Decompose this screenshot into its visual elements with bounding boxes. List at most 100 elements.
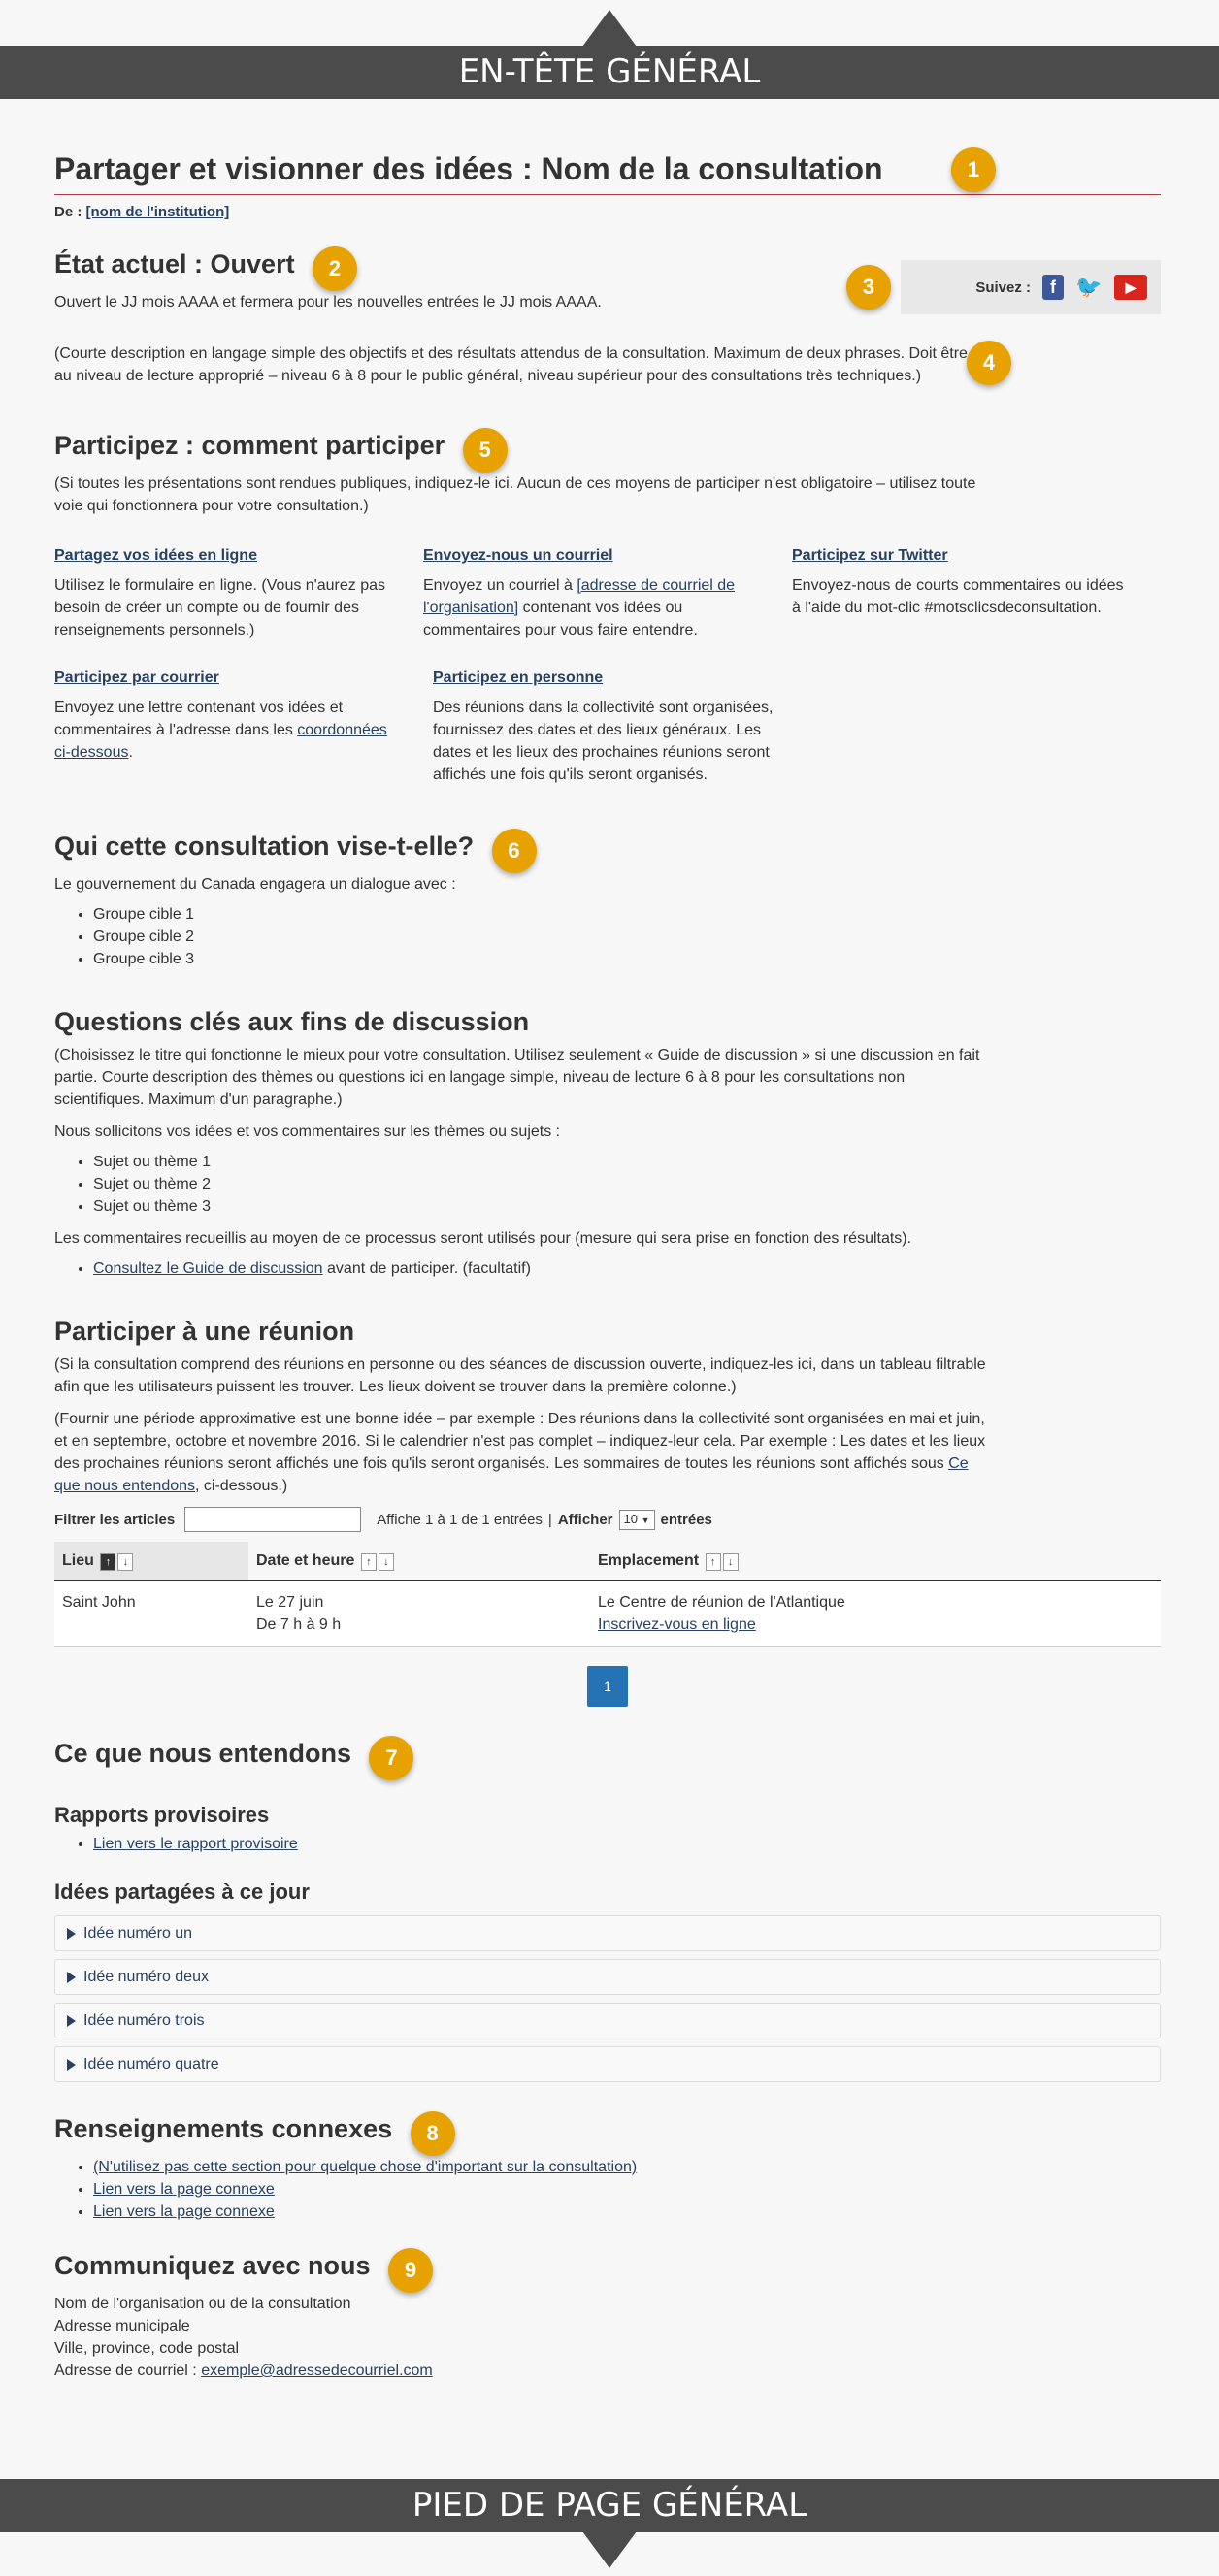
- idea-accordion-3[interactable]: Idée numéro trois: [54, 2003, 1161, 2038]
- page-size-select[interactable]: 10 ▼: [618, 1509, 655, 1530]
- participate-section: Participez : comment participer 5 (Si to…: [54, 428, 1161, 786]
- participate-online: Partagez vos idées en ligne Utilisez le …: [54, 544, 423, 641]
- contact-org: Nom de l'organisation ou de la consultat…: [54, 2296, 351, 2312]
- participate-row-1: Partagez vos idées en ligne Utilisez le …: [54, 544, 1161, 641]
- byline: De : [nom de l'institution]: [54, 201, 1161, 223]
- entries-label: entrées: [660, 1511, 712, 1528]
- expand-icon: [67, 2058, 76, 2071]
- participate-twitter-link[interactable]: Participez sur Twitter: [792, 547, 948, 564]
- participate-mail-text: Envoyez une lettre contenant vos idées e…: [54, 700, 387, 761]
- related-link[interactable]: Lien vers la page connexe: [93, 2181, 275, 2198]
- interim-heading: Rapports provisoires: [54, 1803, 270, 1827]
- contact-section: Communiquez avec nous 9 Nom de l'organis…: [54, 2248, 1161, 2382]
- column-header-place[interactable]: Lieu ↑ ↓: [54, 1542, 248, 1581]
- related-section: Renseignements connexes 8 (N'utilisez pa…: [54, 2111, 1161, 2223]
- sort-down-icon[interactable]: ↓: [378, 1553, 394, 1571]
- page-button-1[interactable]: 1: [587, 1666, 628, 1707]
- participate-in-person: Participez en personne Des réunions dans…: [433, 667, 811, 786]
- participate-twitter: Participez sur Twitter Envoyez-nous de c…: [792, 544, 1161, 641]
- global-header-band: EN-TÊTE GÉNÉRAL: [0, 46, 1219, 99]
- show-label: Afficher: [557, 1511, 613, 1528]
- cell-date: Le 27 juin De 7 h à 9 h: [248, 1581, 590, 1647]
- questions-intro: (Choisissez le titre qui fonctionne le m…: [54, 1047, 980, 1108]
- meeting-heading: Participer à une réunion: [54, 1317, 355, 1346]
- table-row: Saint John Le 27 juin De 7 h à 9 h Le Cen…: [54, 1581, 1161, 1647]
- chevron-down-icon: ▼: [641, 1515, 650, 1525]
- filter-label: Filtrer les articles: [54, 1511, 176, 1528]
- questions-lead: Nous sollicitons vos idées et vos commen…: [54, 1124, 561, 1140]
- follow-label: Suivez :: [975, 278, 1031, 296]
- facebook-icon[interactable]: f: [1042, 275, 1064, 300]
- expand-icon: [67, 2014, 76, 2027]
- expand-icon: [67, 1927, 76, 1940]
- sort-up-icon[interactable]: ↑: [705, 1553, 721, 1571]
- consultation-description: (Courte description en langage simple de…: [54, 345, 968, 384]
- column-header-date[interactable]: Date et heure ↑ ↓: [248, 1542, 590, 1581]
- audience-section: Qui cette consultation vise-t-elle? 6 Le…: [54, 829, 1161, 970]
- guide-list: Consultez le Guide de discussion avant d…: [54, 1257, 1161, 1280]
- annotation-badge-1: 1: [951, 147, 996, 192]
- header-arrow-icon: [582, 10, 637, 47]
- idea-accordion-4[interactable]: Idée numéro quatre: [54, 2046, 1161, 2082]
- list-item: Groupe cible 3: [93, 948, 1161, 970]
- participate-mail-link[interactable]: Participez par courrier: [54, 669, 219, 686]
- interim-report-link[interactable]: Lien vers le rapport provisoire: [93, 1836, 298, 1852]
- participate-email: Envoyez-nous un courriel Envoyez un cour…: [423, 544, 792, 641]
- list-item: Sujet ou thème 3: [93, 1195, 1161, 1218]
- audience-intro: Le gouvernement du Canada engagera un di…: [54, 876, 456, 893]
- column-header-location[interactable]: Emplacement ↑ ↓: [590, 1542, 1161, 1581]
- related-link[interactable]: Lien vers la page connexe: [93, 2203, 275, 2220]
- status-heading: État actuel : Ouvert: [54, 249, 295, 279]
- social-follow-bar: 3 Suivez : f 🐦 ▶: [846, 260, 1161, 314]
- idea-accordion-2[interactable]: Idée numéro deux: [54, 1959, 1161, 1995]
- youtube-icon[interactable]: ▶: [1114, 275, 1147, 300]
- ideas-heading: Idées partagées à ce jour: [54, 1879, 310, 1904]
- meeting-p1: (Si la consultation comprend des réunion…: [54, 1356, 986, 1395]
- list-item: Sujet ou thème 1: [93, 1151, 1161, 1173]
- footer-arrow-icon: [582, 2531, 637, 2568]
- hearing-section: Ce que nous entendons 7 Rapports proviso…: [54, 1736, 1161, 2082]
- pagination: 1: [54, 1666, 1161, 1707]
- sort-down-icon[interactable]: ↓: [722, 1553, 739, 1571]
- sort-up-icon[interactable]: ↑: [100, 1553, 116, 1571]
- participate-mail: Participez par courrier Envoyez une lett…: [54, 667, 433, 786]
- register-link[interactable]: Inscrivez-vous en ligne: [598, 1616, 756, 1633]
- annotation-badge-5: 5: [462, 428, 508, 473]
- table-info: Affiche 1 à 1 de 1 entrées: [377, 1511, 543, 1528]
- participate-in-person-link[interactable]: Participez en personne: [433, 669, 603, 686]
- related-list: (N'utilisez pas cette section pour quelq…: [54, 2156, 1161, 2223]
- global-footer-band: PIED DE PAGE GÉNÉRAL: [0, 2479, 1219, 2532]
- separator: |: [547, 1511, 552, 1528]
- list-item: Lien vers la page connexe: [93, 2178, 1161, 2201]
- filter-input[interactable]: [184, 1507, 362, 1532]
- institution-link[interactable]: [nom de l'institution]: [86, 204, 230, 220]
- cell-place: Saint John: [54, 1581, 248, 1647]
- interim-list: Lien vers le rapport provisoire: [54, 1833, 1161, 1855]
- participate-email-link[interactable]: Envoyez-nous un courriel: [423, 547, 613, 564]
- participate-row-2: Participez par courrier Envoyez une lett…: [54, 667, 1161, 786]
- sort-down-icon[interactable]: ↓: [117, 1553, 134, 1571]
- questions-heading: Questions clés aux fins de discussion: [54, 1007, 530, 1036]
- twitter-icon[interactable]: 🐦: [1075, 275, 1103, 300]
- annotation-badge-9: 9: [388, 2248, 434, 2293]
- list-item: (N'utilisez pas cette section pour quelq…: [93, 2156, 1161, 2178]
- contact-email-link[interactable]: exemple@adressedecourriel.com: [201, 2363, 433, 2379]
- list-item: Consultez le Guide de discussion avant d…: [93, 1257, 1161, 1280]
- list-item: Lien vers le rapport provisoire: [93, 1833, 1161, 1855]
- meeting-section: Participer à une réunion (Si la consulta…: [54, 1315, 1161, 1707]
- idea-accordion-1[interactable]: Idée numéro un: [54, 1915, 1161, 1951]
- participate-intro: (Si toutes les présentations sont rendue…: [54, 475, 976, 514]
- annotation-badge-8: 8: [410, 2111, 455, 2156]
- meetings-table: Lieu ↑ ↓ Date et heure ↑ ↓ Emplacement ↑ ↓ …: [54, 1542, 1161, 1647]
- hearing-heading: Ce que nous entendons: [54, 1739, 352, 1769]
- discussion-guide-link[interactable]: Consultez le Guide de discussion: [93, 1260, 323, 1277]
- related-link[interactable]: (N'utilisez pas cette section pour quelq…: [93, 2159, 637, 2175]
- contact-street: Adresse municipale: [54, 2318, 190, 2334]
- list-item: Lien vers la page connexe: [93, 2201, 1161, 2223]
- contact-heading: Communiquez avec nous: [54, 2251, 371, 2281]
- annotation-badge-7: 7: [369, 1736, 414, 1780]
- description-block: (Courte description en langage simple de…: [54, 341, 1011, 387]
- byline-prefix: De :: [54, 204, 86, 220]
- sort-up-icon[interactable]: ↑: [360, 1553, 377, 1571]
- participate-online-link[interactable]: Partagez vos idées en ligne: [54, 547, 257, 564]
